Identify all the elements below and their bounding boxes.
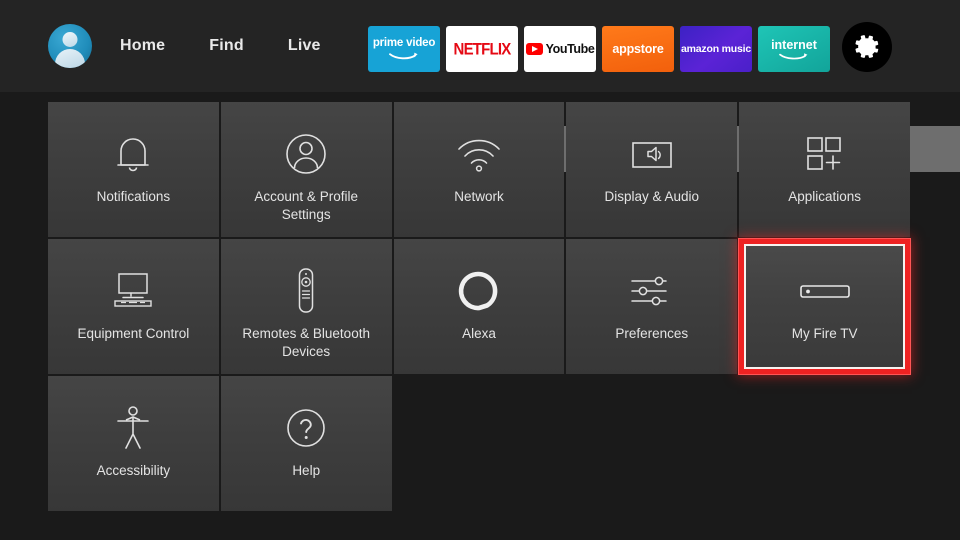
tile-label: Remotes & Bluetooth Devices (242, 326, 370, 359)
amazon-swoosh-icon (389, 51, 419, 60)
nav-item-home[interactable]: Home (120, 37, 165, 55)
amazon-music-label: amazon music (681, 43, 751, 55)
tile-label: Account & Profile Settings (254, 189, 358, 222)
fire-tv-settings-screen: Home Find Live prime video NETFLIX YouTu… (0, 0, 960, 540)
internet-label: internet (771, 38, 817, 52)
settings-tile-accessibility[interactable]: Accessibility (48, 376, 219, 511)
tv-soundbar-icon (105, 267, 161, 315)
appstore-label: appstore (612, 42, 664, 56)
tile-label: Alexa (462, 326, 496, 341)
grid-empty-cell (739, 376, 910, 511)
grid-empty-cell (394, 376, 565, 511)
avatar-head (62, 32, 78, 47)
settings-tile-display-audio[interactable]: Display & Audio (566, 102, 738, 237)
app-shortcuts: prime video NETFLIX YouTube appstore ama… (368, 22, 960, 172)
settings-tile-applications[interactable]: Applications (739, 102, 910, 237)
youtube-label: YouTube (545, 42, 595, 56)
sliders-icon (626, 267, 678, 315)
settings-tile-alexa[interactable]: Alexa (393, 239, 565, 374)
settings-tile-account-profile-settings[interactable]: Account & Profile Settings (220, 102, 392, 237)
settings-tile-remotes-bluetooth-devices[interactable]: Remotes & Bluetooth Devices (220, 239, 392, 374)
grid-empty-cell (566, 376, 737, 511)
tile-label: Help (292, 463, 321, 478)
app-tile-amazon-music[interactable]: amazon music (680, 26, 752, 72)
amazon-swoosh-icon (779, 52, 809, 60)
tile-label: Applications (788, 189, 861, 204)
alexa-ring-icon (456, 267, 502, 315)
tile-label: Accessibility (96, 463, 171, 478)
person-circle-icon (283, 130, 329, 178)
settings-tile-grid: Notifications Account & Profile Settings (48, 102, 910, 511)
app-tile-prime-video[interactable]: prime video (368, 26, 440, 72)
prime-video-label: prime video (372, 36, 436, 49)
top-navigation-bar: Home Find Live prime video NETFLIX YouTu… (0, 0, 960, 172)
display-audio-icon (626, 130, 678, 178)
nav-links: Home Find Live (120, 0, 365, 92)
settings-tile-network[interactable]: Network (393, 102, 565, 237)
tile-label: Network (454, 189, 504, 204)
settings-tile-my-fire-tv[interactable]: My Fire TV (739, 239, 910, 374)
tile-label: Equipment Control (77, 326, 190, 341)
nav-item-live[interactable]: Live (288, 37, 321, 55)
settings-tile-notifications[interactable]: Notifications (48, 102, 219, 237)
settings-tile-preferences[interactable]: Preferences (566, 239, 738, 374)
settings-gear-button[interactable] (842, 22, 892, 72)
tile-label: My Fire TV (791, 326, 858, 341)
app-tile-internet[interactable]: internet (758, 26, 830, 72)
fire-tv-stick-icon (798, 267, 852, 315)
applications-grid-icon (802, 130, 848, 178)
settings-tile-equipment-control[interactable]: Equipment Control (48, 239, 219, 374)
tile-label: Preferences (615, 326, 689, 341)
question-circle-icon (283, 404, 329, 452)
app-tile-netflix[interactable]: NETFLIX (446, 26, 518, 72)
accessibility-person-icon (111, 404, 155, 452)
wifi-icon (455, 130, 503, 178)
gear-icon (852, 32, 882, 62)
profile-avatar[interactable] (48, 24, 92, 68)
avatar-body (55, 49, 85, 68)
tile-label: Display & Audio (604, 189, 700, 204)
nav-item-find[interactable]: Find (209, 37, 244, 55)
bell-icon (112, 130, 154, 178)
remote-control-icon (293, 267, 319, 315)
tile-label: Notifications (96, 189, 171, 204)
settings-tile-help[interactable]: Help (220, 376, 392, 511)
netflix-label: NETFLIX (453, 39, 512, 59)
youtube-play-icon (525, 43, 543, 55)
app-tile-appstore[interactable]: appstore (602, 26, 674, 72)
app-tile-youtube[interactable]: YouTube (524, 26, 596, 72)
